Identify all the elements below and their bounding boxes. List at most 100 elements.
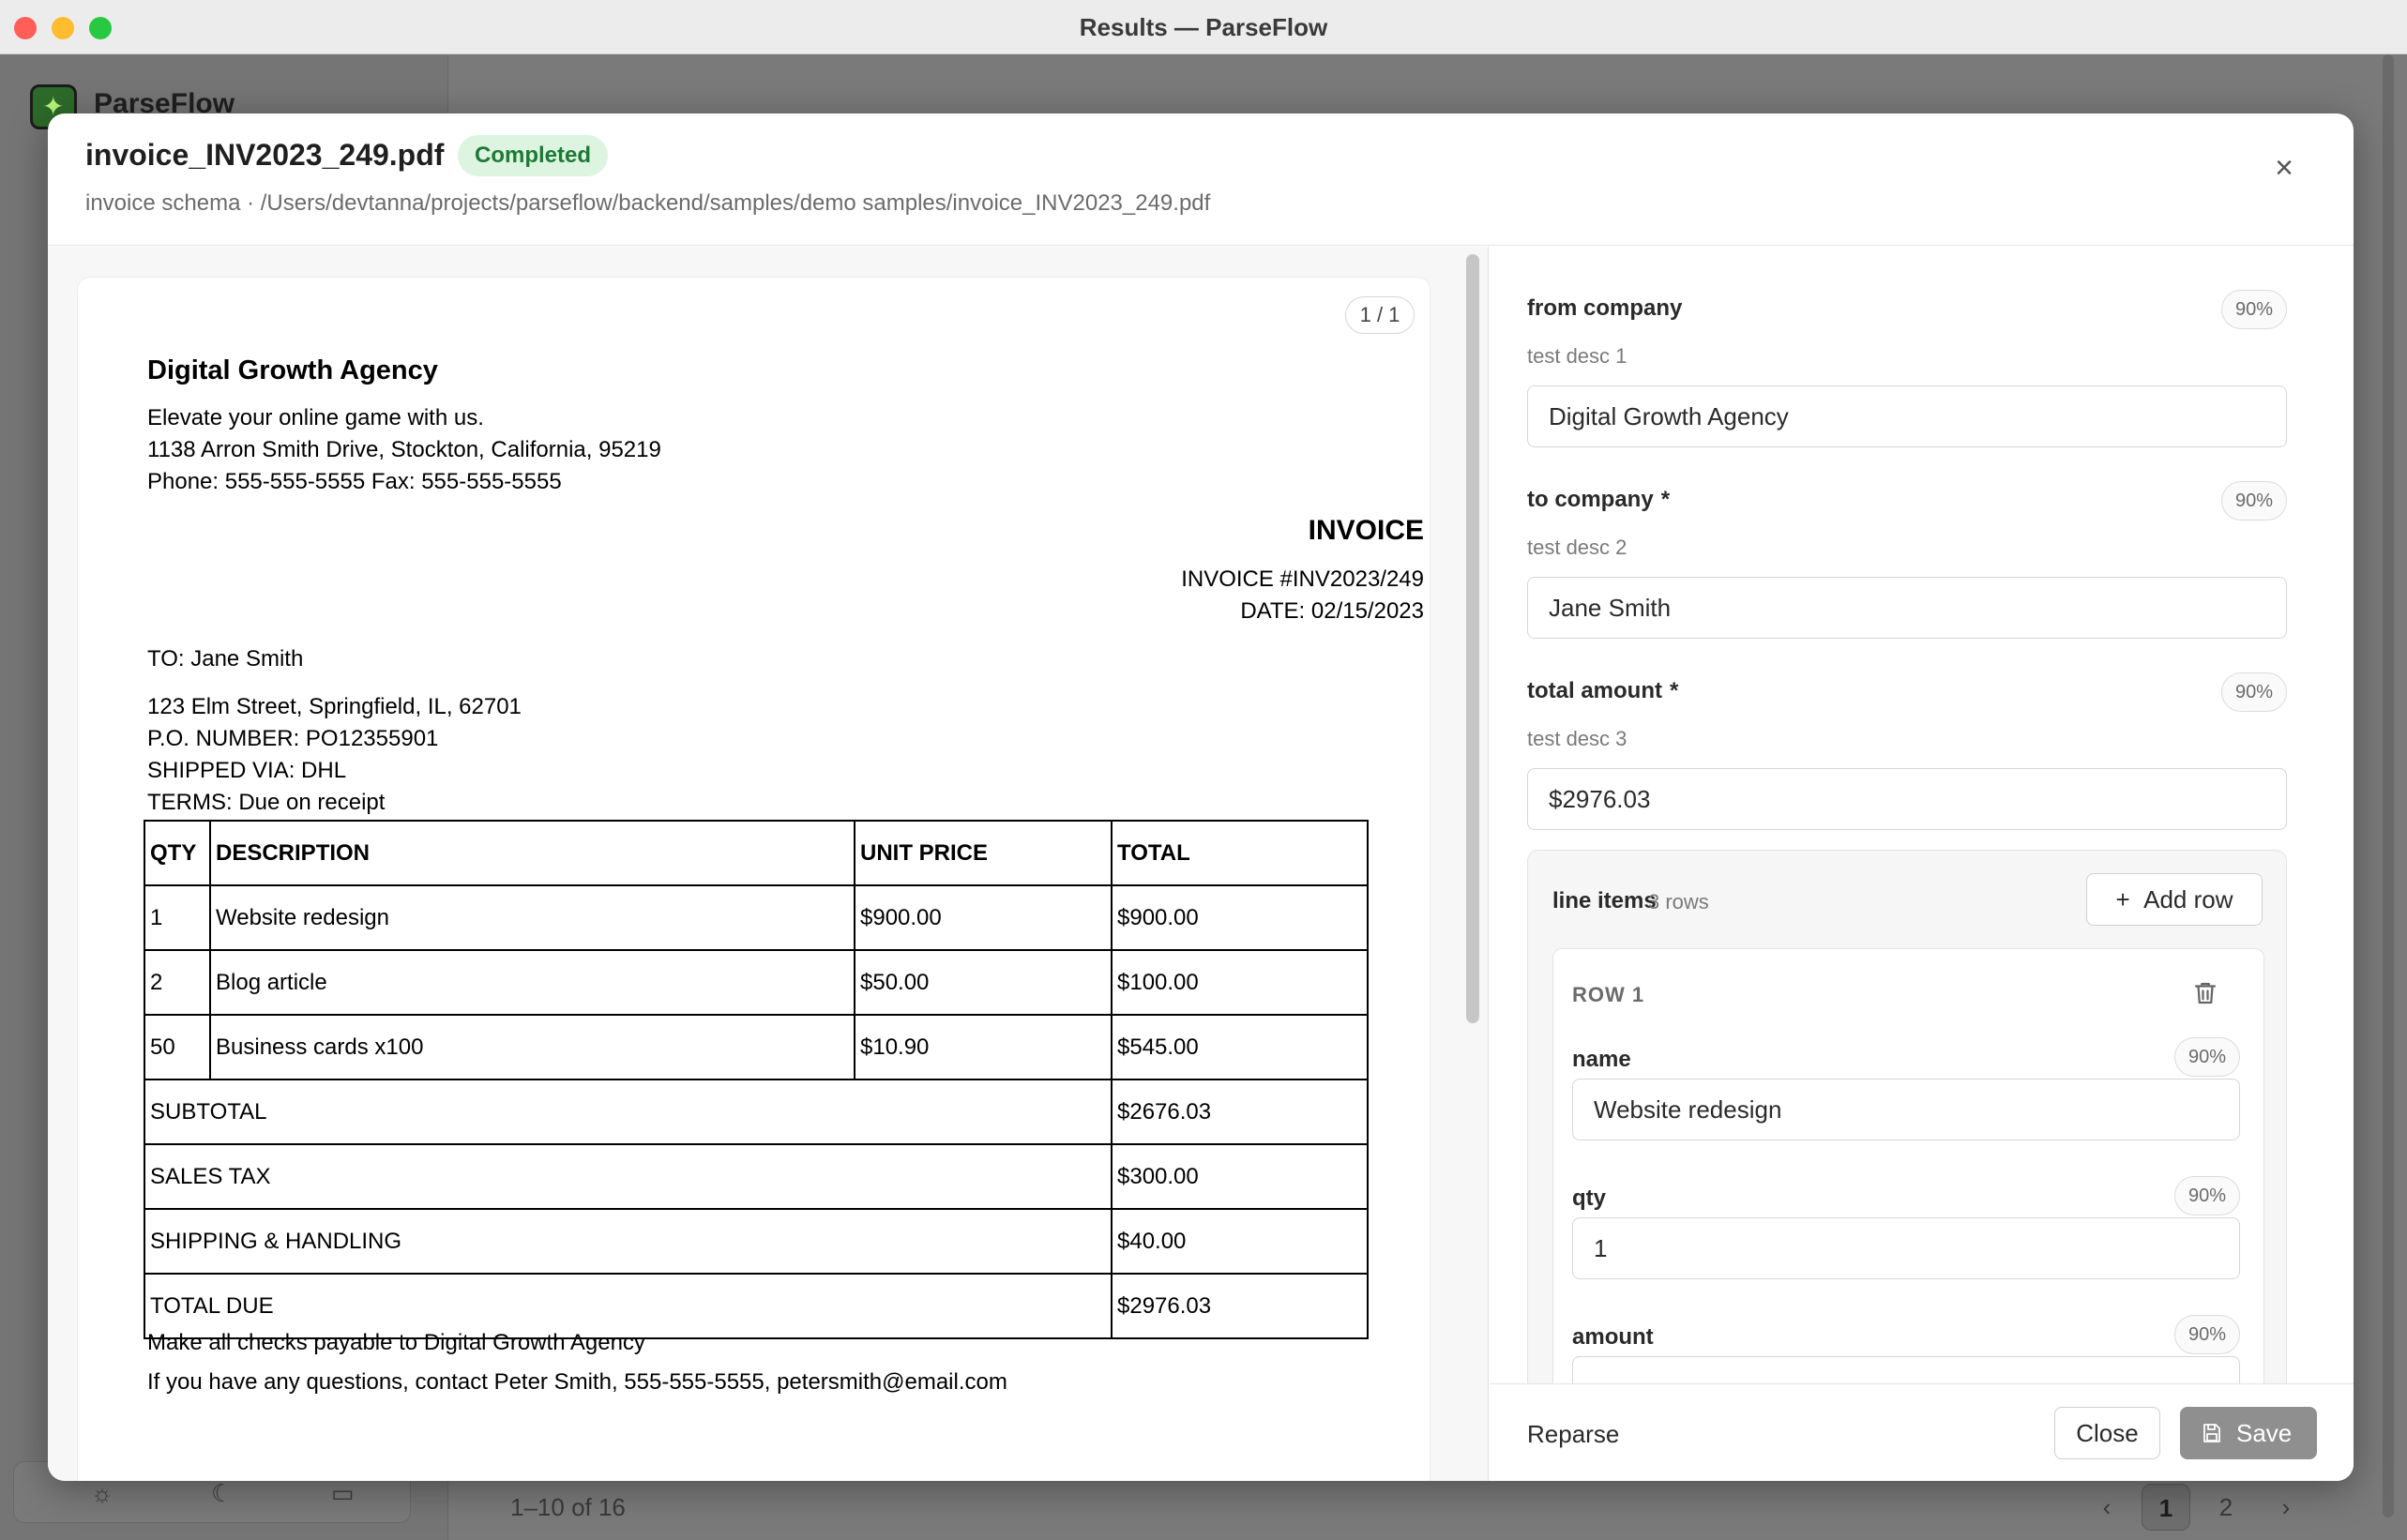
summary-label: SHIPPING & HANDLING: [144, 1208, 1113, 1275]
field-label-text: to company: [1527, 487, 1654, 512]
document-preview-pane[interactable]: 1 / 1 Digital Growth Agency Elevate your…: [48, 247, 1489, 1481]
confidence-badge: 90%: [2220, 481, 2287, 521]
field-label: qty: [1572, 1185, 1606, 1211]
summary-value: $2676.03: [1111, 1079, 1369, 1145]
field-description: test desc 3: [1527, 727, 1627, 750]
close-icon[interactable]: ×: [2265, 149, 2303, 187]
invoice-table: QTY DESCRIPTION UNIT PRICE TOTAL 1 Websi…: [144, 820, 1369, 1339]
from-company-input[interactable]: Digital Growth Agency: [1527, 385, 2287, 447]
table-row: 50 Business cards x100 $10.90 $545.00: [144, 1014, 1369, 1080]
doc-to-address: 123 Elm Street, Springfield, IL, 62701: [147, 694, 522, 719]
document-page: 1 / 1 Digital Growth Agency Elevate your…: [77, 277, 1431, 1481]
trash-icon[interactable]: [2191, 977, 2219, 1009]
save-button[interactable]: Save: [2180, 1407, 2317, 1459]
table-header: TOTAL: [1111, 820, 1369, 886]
required-marker: *: [1670, 678, 1679, 703]
doc-tagline: Elevate your online game with us.: [147, 405, 484, 430]
page-2-button[interactable]: 2: [2202, 1484, 2250, 1531]
table-row: 1 Website redesign $900.00 $900.00: [144, 884, 1369, 951]
summary-row: SHIPPING & HANDLING $40.00: [144, 1208, 1369, 1275]
field-label: name: [1572, 1047, 1631, 1072]
moon-icon[interactable]: ☾: [211, 1479, 233, 1508]
field-label: total amount *: [1527, 678, 1678, 704]
close-button[interactable]: Close: [2054, 1407, 2160, 1459]
summary-value: $300.00: [1111, 1143, 1369, 1210]
total-amount-input[interactable]: $2976.03: [1527, 768, 2287, 830]
required-marker: *: [1660, 487, 1671, 512]
prev-page-button[interactable]: ‹: [2082, 1484, 2131, 1531]
summary-label: SUBTOTAL: [144, 1079, 1113, 1145]
line-items-label: line items: [1552, 888, 1657, 913]
field-description: test desc 2: [1527, 536, 1627, 559]
add-row-label: Add row: [2143, 885, 2233, 913]
plus-icon: +: [2115, 885, 2130, 913]
summary-value: $2976.03: [1111, 1273, 1369, 1339]
table-cell: $100.00: [1111, 949, 1369, 1016]
field-description: test desc 1: [1527, 344, 1627, 368]
summary-row: SUBTOTAL $2676.03: [144, 1079, 1369, 1145]
table-header: QTY: [144, 820, 211, 886]
confidence-badge: 90%: [2220, 290, 2287, 329]
reparse-button[interactable]: Reparse: [1527, 1420, 1619, 1449]
table-cell: Business cards x100: [209, 1014, 855, 1080]
save-label: Save: [2236, 1419, 2293, 1447]
summary-row: TOTAL DUE $2976.03: [144, 1273, 1369, 1339]
summary-row: SALES TAX $300.00: [144, 1143, 1369, 1210]
doc-date: DATE: 02/15/2023: [1240, 598, 1424, 624]
app-window: Results — ParseFlow ✦ ParseFlow ☼ ☾ ▭ 1–…: [0, 0, 2407, 1540]
doc-shipped: SHIPPED VIA: DHL: [147, 758, 347, 783]
row-name-input[interactable]: Website redesign: [1572, 1079, 2240, 1140]
doc-to: TO: Jane Smith: [147, 646, 304, 672]
title-bar: Results — ParseFlow: [0, 0, 2407, 54]
table-row: 2 Blog article $50.00 $100.00: [144, 949, 1369, 1016]
row-qty-input[interactable]: 1: [1572, 1217, 2240, 1279]
table-cell: $900.00: [854, 884, 1113, 951]
table-header: UNIT PRICE: [854, 820, 1113, 886]
row-title: ROW 1: [1572, 983, 1645, 1006]
modal-footer: Reparse Close Save: [1490, 1383, 2354, 1481]
fields-pane: from company 90% test desc 1 Digital Gro…: [1490, 247, 2354, 1481]
table-header: DESCRIPTION: [209, 820, 855, 886]
table-cell: Website redesign: [209, 884, 855, 951]
save-icon: [2203, 1424, 2220, 1442]
summary-label: SALES TAX: [144, 1143, 1113, 1210]
doc-po: P.O. NUMBER: PO12355901: [147, 726, 439, 751]
page-indicator: 1 / 1: [1345, 296, 1415, 334]
table-cell: $900.00: [1111, 884, 1369, 951]
doc-terms: TERMS: Due on receipt: [147, 790, 386, 815]
doc-address: 1138 Arron Smith Drive, Stockton, Califo…: [147, 437, 661, 462]
confidence-badge: 90%: [2173, 1315, 2240, 1354]
status-badge: Completed: [458, 135, 609, 176]
summary-label: TOTAL DUE: [144, 1273, 1113, 1339]
table-cell: $10.90: [854, 1014, 1113, 1080]
table-cell: 1: [144, 884, 211, 951]
to-company-input[interactable]: Jane Smith: [1527, 577, 2287, 639]
table-cell: $50.00: [854, 949, 1113, 1016]
file-path: invoice schema · /Users/devtanna/project…: [85, 190, 1211, 216]
confidence-badge: 90%: [2220, 672, 2287, 712]
pagination-info: 1–10 of 16: [510, 1493, 626, 1521]
preview-scrollbar[interactable]: [1466, 254, 1479, 1023]
confidence-badge: 90%: [2173, 1037, 2240, 1077]
field-label: from company: [1527, 295, 1683, 321]
page-1-button[interactable]: 1: [2142, 1484, 2190, 1531]
doc-checks-note: Make all checks payable to Digital Growt…: [147, 1330, 645, 1355]
doc-heading: INVOICE: [1308, 515, 1424, 546]
monitor-icon[interactable]: ▭: [331, 1479, 355, 1508]
add-row-button[interactable]: + Add row: [2086, 873, 2263, 926]
results-modal: invoice_INV2023_249.pdf Completed invoic…: [48, 113, 2354, 1481]
field-label: to company *: [1527, 487, 1670, 513]
table-cell: 2: [144, 949, 211, 1016]
window-title: Results — ParseFlow: [1079, 13, 1328, 41]
confidence-badge: 90%: [2173, 1176, 2240, 1215]
doc-invoice-number: INVOICE #INV2023/249: [1181, 566, 1424, 592]
modal-header: invoice_INV2023_249.pdf Completed invoic…: [48, 113, 2354, 246]
page-scrollbar[interactable]: [2383, 54, 2394, 1517]
doc-phone: Phone: 555-555-5555 Fax: 555-555-5555: [147, 469, 562, 494]
line-items-count: 3 rows: [1648, 890, 1709, 913]
table-cell: $545.00: [1111, 1014, 1369, 1080]
field-label: amount: [1572, 1324, 1654, 1350]
file-name: invoice_INV2023_249.pdf: [85, 138, 445, 172]
next-page-button[interactable]: ›: [2262, 1484, 2310, 1531]
sun-icon[interactable]: ☼: [91, 1479, 114, 1508]
